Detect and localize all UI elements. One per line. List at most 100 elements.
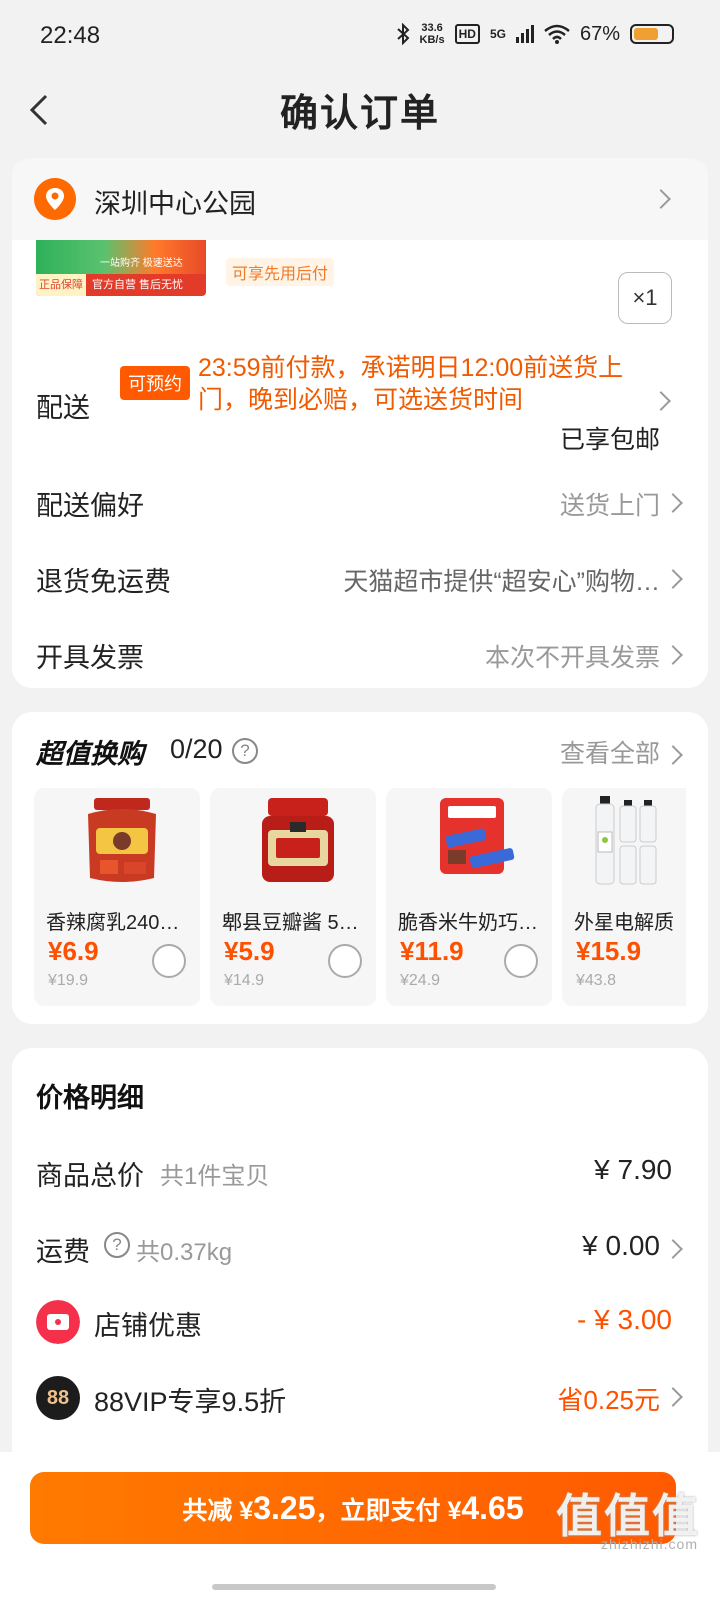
page-title: 确认订单 xyxy=(279,93,440,135)
reduced-amount: 3.25 xyxy=(253,1490,316,1526)
exchange-product-card[interactable]: 脆香米牛奶巧… ¥11.9 ¥24.9 xyxy=(386,788,552,1006)
exchange-product-card[interactable]: 香辣腐乳240… ¥6.9 ¥19.9 xyxy=(34,788,200,1006)
network-type: 5G xyxy=(489,27,506,41)
pay-mid: ，立即支付 ¥ xyxy=(315,1497,462,1525)
watermark-url: zhizhizhi.com xyxy=(600,1536,698,1552)
location-icon xyxy=(34,178,76,220)
thumb-promo-text: 一站购齐 极速送达 xyxy=(100,258,183,269)
chevron-right-icon xyxy=(651,189,671,209)
status-time: 22:48 xyxy=(40,22,101,49)
row-value: 送货上门 xyxy=(559,492,660,520)
product-original-price: ¥24.9 xyxy=(400,972,441,989)
nav-bar: 确认订单 xyxy=(0,74,720,156)
thumb-badge: 正品保障 xyxy=(36,274,86,296)
product-image xyxy=(88,798,156,882)
return-shipping-row[interactable]: 退货免运费 天猫超市提供“超安心”购物… xyxy=(12,552,708,608)
row-label: 退货免运费 xyxy=(36,567,171,597)
bottom-pay-bar: 共减 ¥3.25，立即支付 ¥4.65 值值值 zhizhizhi.com xyxy=(0,1452,720,1600)
hd-icon: HD xyxy=(454,24,480,44)
battery-percent: 67% xyxy=(579,22,620,45)
signal-icon xyxy=(515,25,534,43)
vip-discount-value: 省0.25元 xyxy=(557,1385,660,1415)
chevron-right-icon xyxy=(663,569,683,589)
bluetooth-icon xyxy=(396,23,409,45)
thumb-service-bar: 正品保障 官方自营 售后无忧 xyxy=(36,274,206,296)
goods-count: 共1件宝贝 xyxy=(160,1163,270,1190)
address-selector[interactable]: 深圳中心公园 xyxy=(12,158,708,240)
select-radio[interactable] xyxy=(328,944,362,978)
exchange-product-card[interactable]: 郫县豆瓣酱 5… ¥5.9 ¥14.9 xyxy=(210,788,376,1006)
home-indicator[interactable] xyxy=(212,1584,496,1590)
product-original-price: ¥19.9 xyxy=(48,972,89,989)
product-name: 郫县豆瓣酱 5… xyxy=(222,912,359,934)
confirm-order-page: 22:48 33.6 KB/s HD 5G 67% 确认订单 深圳中心公园 一站… xyxy=(0,0,720,1600)
vip-discount-label: 88VIP专享9.5折 xyxy=(94,1387,287,1417)
goods-total-value: ¥ 7.90 xyxy=(594,1154,672,1185)
exchange-products-row: 香辣腐乳240… ¥6.9 ¥19.9 郫县豆瓣酱 5… ¥5.9 ¥14.9 xyxy=(34,788,686,1008)
exchange-purchase-card: 超值换购 0/20 ? 查看全部 香辣腐乳240… ¥6.9 ¥19.9 郫县豆… xyxy=(12,712,708,1024)
delivery-label: 配送 xyxy=(36,393,90,423)
pay-amount: 4.65 xyxy=(461,1490,524,1526)
status-bar: 22:48 33.6 KB/s HD 5G 67% xyxy=(0,0,720,74)
quantity-box[interactable]: ×1 xyxy=(618,272,672,324)
product-name: 外星电解质 xyxy=(574,912,674,934)
battery-icon xyxy=(630,24,674,44)
product-price: ¥5.9 xyxy=(224,936,275,966)
net-speed: 33.6 KB/s xyxy=(420,22,445,46)
goods-total-label: 商品总价 xyxy=(36,1161,144,1191)
exchange-title: 超值换购 xyxy=(36,739,144,769)
address-text: 深圳中心公园 xyxy=(94,189,256,219)
help-icon[interactable]: ? xyxy=(104,1232,130,1258)
delivery-promise-text: 23:59前付款，承诺明日12:00前送货上门，晚到必赔，可选送货时间 xyxy=(198,354,624,414)
product-price: ¥15.9 xyxy=(576,936,642,966)
product-image xyxy=(440,798,515,874)
pay-later-tag: 可享先用后付 xyxy=(226,258,335,286)
net-speed-unit: KB/s xyxy=(419,34,445,46)
chevron-right-icon xyxy=(663,1387,683,1407)
pay-prefix: 共减 ¥ xyxy=(182,1497,254,1525)
row-label: 配送偏好 xyxy=(36,491,144,521)
chevron-right-icon xyxy=(663,493,683,513)
shipping-value: ¥ 0.00 xyxy=(582,1230,660,1261)
row-value: 本次不开具发票 xyxy=(484,644,660,672)
shipping-weight: 共0.37kg xyxy=(136,1239,233,1266)
invoice-row[interactable]: 开具发票 本次不开具发票 xyxy=(12,628,708,684)
row-value: 天猫超市提供“超安心”购物… xyxy=(343,568,660,596)
coupon-icon xyxy=(36,1300,80,1344)
product-image xyxy=(262,798,334,882)
free-shipping-text: 已享包邮 xyxy=(559,426,660,454)
battery-level xyxy=(634,28,658,40)
shop-discount-value: - ¥ 3.00 xyxy=(577,1304,672,1335)
status-indicators: 33.6 KB/s HD 5G 67% xyxy=(396,22,674,46)
price-detail-title: 价格明细 xyxy=(36,1083,144,1113)
order-info-card: 一站购齐 极速送达 正品保障 官方自营 售后无忧 可享先用后付 ×1 配送 可预约… xyxy=(12,240,708,688)
preorder-tag: 可预约 xyxy=(120,366,190,400)
chevron-right-icon xyxy=(663,1239,683,1259)
row-label: 开具发票 xyxy=(36,643,144,673)
product-original-price: ¥14.9 xyxy=(224,972,265,989)
net-speed-value: 33.6 xyxy=(421,22,443,34)
product-original-price: ¥43.8 xyxy=(576,972,617,989)
product-thumbnail[interactable]: 一站购齐 极速送达 正品保障 官方自营 售后无忧 xyxy=(36,240,206,296)
select-radio[interactable] xyxy=(504,944,538,978)
product-name: 香辣腐乳240… xyxy=(46,912,180,934)
delivery-preference-row[interactable]: 配送偏好 送货上门 xyxy=(12,476,708,532)
thumb-service-text: 官方自营 售后无忧 xyxy=(92,279,184,291)
exchange-count: 0/20 xyxy=(170,734,223,764)
product-image xyxy=(595,796,657,885)
product-price: ¥6.9 xyxy=(48,936,99,966)
thumb-promo-banner: 一站购齐 极速送达 xyxy=(36,240,206,274)
price-detail-card: 价格明细 商品总价 共1件宝贝 ¥ 7.90 运费 ? 共0.37kg ¥ 0.… xyxy=(12,1048,708,1468)
shop-discount-label: 店铺优惠 xyxy=(94,1311,202,1341)
vip-88-icon: 88 xyxy=(36,1376,80,1420)
exchange-product-card[interactable]: 外星电解质 ¥15.9 ¥43.8 xyxy=(562,788,686,1006)
select-radio[interactable] xyxy=(152,944,186,978)
chevron-right-icon xyxy=(663,745,683,765)
product-price: ¥11.9 xyxy=(400,936,464,966)
view-all-link[interactable]: 查看全部 xyxy=(560,734,660,770)
help-icon[interactable]: ? xyxy=(232,738,258,764)
shipping-label: 运费 xyxy=(36,1237,90,1267)
wifi-icon xyxy=(544,24,570,44)
product-name: 脆香米牛奶巧… xyxy=(398,912,538,934)
chevron-right-icon xyxy=(663,645,683,665)
